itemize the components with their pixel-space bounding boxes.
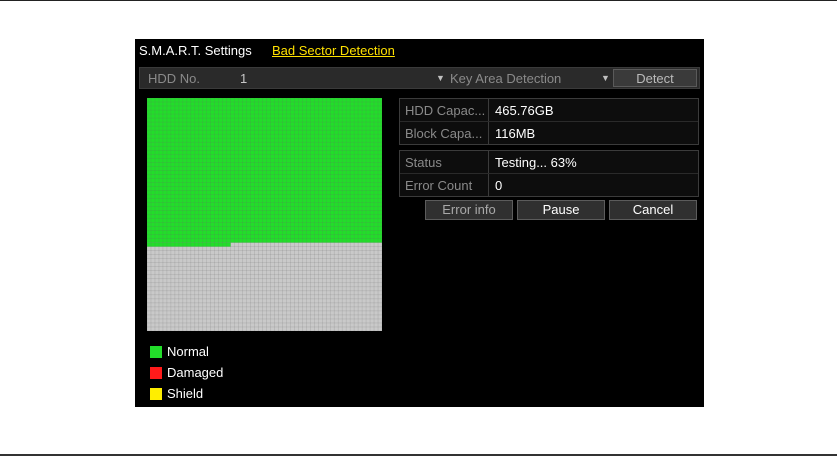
legend-damaged-label: Damaged [167, 365, 224, 380]
normal-blocks-partial-row [147, 242, 231, 247]
divider [488, 99, 489, 121]
normal-swatch [150, 346, 162, 358]
divider [488, 122, 489, 144]
divider [488, 151, 489, 173]
damaged-swatch [150, 367, 162, 379]
hdd-capacity-label: HDD Capac... [405, 103, 486, 118]
status-value: Testing... 63% [495, 155, 577, 170]
hdd-number-label: HDD No. [148, 71, 201, 86]
chevron-down-icon[interactable]: ▼ [601, 73, 610, 83]
shield-swatch [150, 388, 162, 400]
block-capacity-label: Block Capa... [405, 126, 483, 141]
error-count-row: Error Count 0 [400, 174, 698, 196]
hdd-number-select[interactable]: 1 [240, 71, 247, 86]
block-capacity-value: 116MB [495, 126, 536, 141]
legend-normal-label: Normal [167, 344, 209, 359]
page-top-rule [0, 0, 837, 1]
pause-button[interactable]: Pause [517, 200, 605, 220]
status-info-panel: Status Testing... 63% Error Count 0 [399, 150, 699, 197]
tab-bar: S.M.A.R.T. Settings Bad Sector Detection [135, 39, 704, 61]
status-row: Status Testing... 63% [400, 151, 698, 174]
sector-block-map [147, 98, 382, 331]
divider [488, 174, 489, 196]
tab-smart-settings[interactable]: S.M.A.R.T. Settings [139, 43, 252, 58]
bad-sector-detection-window: S.M.A.R.T. Settings Bad Sector Detection… [135, 39, 704, 407]
detect-button[interactable]: Detect [613, 69, 697, 87]
hdd-capacity-value: 465.76GB [495, 103, 554, 118]
block-capacity-row: Block Capa... 116MB [400, 122, 698, 144]
legend-shield-label: Shield [167, 386, 204, 401]
detection-mode-select[interactable]: Key Area Detection [450, 71, 561, 86]
capacity-info-panel: HDD Capac... 465.76GB Block Capa... 116M… [399, 98, 699, 145]
hdd-capacity-row: HDD Capac... 465.76GB [400, 99, 698, 122]
tab-bad-sector-detection[interactable]: Bad Sector Detection [272, 43, 395, 58]
error-count-label: Error Count [405, 178, 473, 193]
detection-config-row: HDD No. 1 ▼ Key Area Detection ▼ Detect [139, 67, 700, 89]
cancel-button[interactable]: Cancel [609, 200, 697, 220]
error-info-button[interactable]: Error info [425, 200, 513, 220]
chevron-down-icon[interactable]: ▼ [436, 73, 445, 83]
page-bottom-rule [0, 454, 837, 456]
error-count-value: 0 [495, 178, 503, 193]
status-label: Status [405, 155, 442, 170]
